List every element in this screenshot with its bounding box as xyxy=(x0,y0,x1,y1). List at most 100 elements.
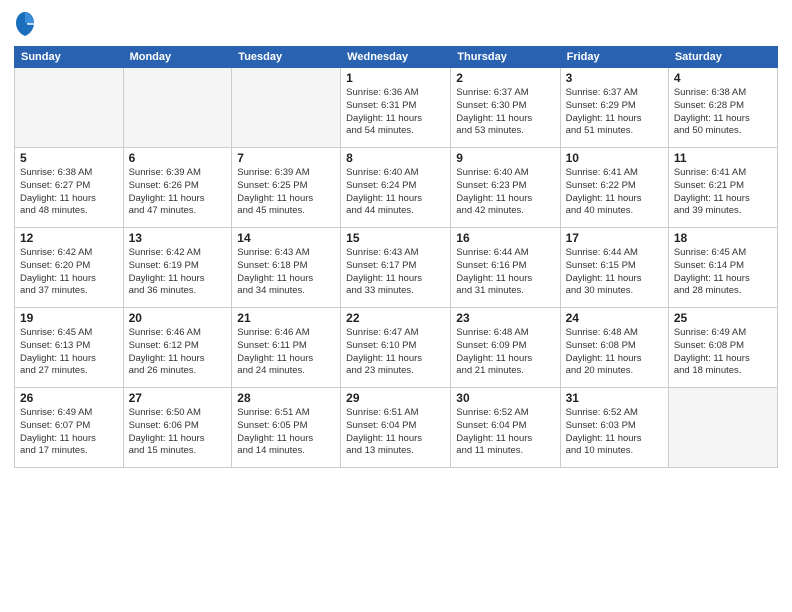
day-number: 26 xyxy=(20,391,118,405)
day-number: 20 xyxy=(129,311,227,325)
calendar-cell: 22 Sunrise: 6:47 AM Sunset: 6:10 PM Dayli… xyxy=(341,308,451,388)
day-info: Sunrise: 6:51 AM Sunset: 6:05 PM Dayligh… xyxy=(237,407,335,458)
page: SundayMondayTuesdayWednesdayThursdayFrid… xyxy=(0,0,792,612)
calendar-cell: 11 Sunrise: 6:41 AM Sunset: 6:21 PM Dayli… xyxy=(668,148,777,228)
calendar-cell: 24 Sunrise: 6:48 AM Sunset: 6:08 PM Dayli… xyxy=(560,308,668,388)
day-info: Sunrise: 6:38 AM Sunset: 6:28 PM Dayligh… xyxy=(674,87,772,138)
day-number: 22 xyxy=(346,311,445,325)
day-info: Sunrise: 6:38 AM Sunset: 6:27 PM Dayligh… xyxy=(20,167,118,218)
calendar-cell: 29Sunrise: 6:51 AM Sunset: 6:04 PM Dayli… xyxy=(341,388,451,468)
day-info: Sunrise: 6:50 AM Sunset: 6:06 PM Dayligh… xyxy=(129,407,227,458)
day-info: Sunrise: 6:44 AM Sunset: 6:15 PM Dayligh… xyxy=(566,247,663,298)
day-number: 5 xyxy=(20,151,118,165)
day-info: Sunrise: 6:40 AM Sunset: 6:23 PM Dayligh… xyxy=(456,167,554,218)
day-info: Sunrise: 6:43 AM Sunset: 6:18 PM Dayligh… xyxy=(237,247,335,298)
day-info: Sunrise: 6:47 AM Sunset: 6:10 PM Dayligh… xyxy=(346,327,445,378)
calendar-cell: 3Sunrise: 6:37 AM Sunset: 6:29 PM Daylig… xyxy=(560,68,668,148)
calendar-cell: 4 Sunrise: 6:38 AM Sunset: 6:28 PM Daylig… xyxy=(668,68,777,148)
day-info: Sunrise: 6:36 AM Sunset: 6:31 PM Dayligh… xyxy=(346,87,445,138)
day-number: 16 xyxy=(456,231,554,245)
week-row-1: 1 Sunrise: 6:36 AM Sunset: 6:31 PM Daylig… xyxy=(15,68,778,148)
calendar-cell xyxy=(668,388,777,468)
day-number: 21 xyxy=(237,311,335,325)
calendar-cell: 16 Sunrise: 6:44 AM Sunset: 6:16 PM Dayli… xyxy=(451,228,560,308)
week-row-3: 12 Sunrise: 6:42 AM Sunset: 6:20 PM Dayli… xyxy=(15,228,778,308)
day-number: 28 xyxy=(237,391,335,405)
day-number: 8 xyxy=(346,151,445,165)
calendar-cell: 10Sunrise: 6:41 AM Sunset: 6:22 PM Dayli… xyxy=(560,148,668,228)
weekday-header-saturday: Saturday xyxy=(668,47,777,68)
weekday-header-sunday: Sunday xyxy=(15,47,124,68)
day-info: Sunrise: 6:40 AM Sunset: 6:24 PM Dayligh… xyxy=(346,167,445,218)
day-number: 4 xyxy=(674,71,772,85)
day-info: Sunrise: 6:42 AM Sunset: 6:20 PM Dayligh… xyxy=(20,247,118,298)
calendar-cell: 18Sunrise: 6:45 AM Sunset: 6:14 PM Dayli… xyxy=(668,228,777,308)
day-number: 3 xyxy=(566,71,663,85)
logo-icon xyxy=(14,10,36,38)
day-info: Sunrise: 6:49 AM Sunset: 6:07 PM Dayligh… xyxy=(20,407,118,458)
weekday-header-monday: Monday xyxy=(123,47,232,68)
calendar-cell: 31Sunrise: 6:52 AM Sunset: 6:03 PM Dayli… xyxy=(560,388,668,468)
day-number: 11 xyxy=(674,151,772,165)
weekday-header-thursday: Thursday xyxy=(451,47,560,68)
day-number: 17 xyxy=(566,231,663,245)
day-info: Sunrise: 6:46 AM Sunset: 6:12 PM Dayligh… xyxy=(129,327,227,378)
day-number: 24 xyxy=(566,311,663,325)
weekday-header-tuesday: Tuesday xyxy=(232,47,341,68)
week-row-2: 5 Sunrise: 6:38 AM Sunset: 6:27 PM Daylig… xyxy=(15,148,778,228)
calendar-cell: 23Sunrise: 6:48 AM Sunset: 6:09 PM Dayli… xyxy=(451,308,560,388)
weekday-header-row: SundayMondayTuesdayWednesdayThursdayFrid… xyxy=(15,47,778,68)
day-number: 15 xyxy=(346,231,445,245)
day-number: 31 xyxy=(566,391,663,405)
calendar-cell: 2 Sunrise: 6:37 AM Sunset: 6:30 PM Daylig… xyxy=(451,68,560,148)
day-number: 1 xyxy=(346,71,445,85)
day-info: Sunrise: 6:41 AM Sunset: 6:22 PM Dayligh… xyxy=(566,167,663,218)
calendar-cell xyxy=(123,68,232,148)
week-row-4: 19Sunrise: 6:45 AM Sunset: 6:13 PM Dayli… xyxy=(15,308,778,388)
calendar-cell: 27 Sunrise: 6:50 AM Sunset: 6:06 PM Dayli… xyxy=(123,388,232,468)
calendar-cell: 17 Sunrise: 6:44 AM Sunset: 6:15 PM Dayli… xyxy=(560,228,668,308)
calendar-cell: 14Sunrise: 6:43 AM Sunset: 6:18 PM Dayli… xyxy=(232,228,341,308)
day-number: 25 xyxy=(674,311,772,325)
calendar-cell: 15 Sunrise: 6:43 AM Sunset: 6:17 PM Dayli… xyxy=(341,228,451,308)
calendar-cell: 19Sunrise: 6:45 AM Sunset: 6:13 PM Dayli… xyxy=(15,308,124,388)
weekday-header-wednesday: Wednesday xyxy=(341,47,451,68)
calendar-cell: 12 Sunrise: 6:42 AM Sunset: 6:20 PM Dayli… xyxy=(15,228,124,308)
calendar-cell xyxy=(15,68,124,148)
day-info: Sunrise: 6:48 AM Sunset: 6:08 PM Dayligh… xyxy=(566,327,663,378)
day-info: Sunrise: 6:37 AM Sunset: 6:30 PM Dayligh… xyxy=(456,87,554,138)
day-number: 13 xyxy=(129,231,227,245)
day-info: Sunrise: 6:43 AM Sunset: 6:17 PM Dayligh… xyxy=(346,247,445,298)
day-info: Sunrise: 6:41 AM Sunset: 6:21 PM Dayligh… xyxy=(674,167,772,218)
day-number: 23 xyxy=(456,311,554,325)
calendar-cell: 1 Sunrise: 6:36 AM Sunset: 6:31 PM Daylig… xyxy=(341,68,451,148)
calendar-cell: 30Sunrise: 6:52 AM Sunset: 6:04 PM Dayli… xyxy=(451,388,560,468)
calendar-cell: 20 Sunrise: 6:46 AM Sunset: 6:12 PM Dayli… xyxy=(123,308,232,388)
calendar-cell: 8 Sunrise: 6:40 AM Sunset: 6:24 PM Daylig… xyxy=(341,148,451,228)
day-info: Sunrise: 6:39 AM Sunset: 6:26 PM Dayligh… xyxy=(129,167,227,218)
calendar-cell: 6 Sunrise: 6:39 AM Sunset: 6:26 PM Daylig… xyxy=(123,148,232,228)
calendar-cell: 7Sunrise: 6:39 AM Sunset: 6:25 PM Daylig… xyxy=(232,148,341,228)
calendar-cell: 21Sunrise: 6:46 AM Sunset: 6:11 PM Dayli… xyxy=(232,308,341,388)
day-number: 2 xyxy=(456,71,554,85)
header xyxy=(14,10,778,38)
day-info: Sunrise: 6:39 AM Sunset: 6:25 PM Dayligh… xyxy=(237,167,335,218)
calendar-cell: 13 Sunrise: 6:42 AM Sunset: 6:19 PM Dayli… xyxy=(123,228,232,308)
calendar-cell: 5 Sunrise: 6:38 AM Sunset: 6:27 PM Daylig… xyxy=(15,148,124,228)
day-info: Sunrise: 6:49 AM Sunset: 6:08 PM Dayligh… xyxy=(674,327,772,378)
calendar-cell: 25 Sunrise: 6:49 AM Sunset: 6:08 PM Dayli… xyxy=(668,308,777,388)
day-number: 30 xyxy=(456,391,554,405)
day-info: Sunrise: 6:45 AM Sunset: 6:14 PM Dayligh… xyxy=(674,247,772,298)
day-number: 12 xyxy=(20,231,118,245)
day-number: 9 xyxy=(456,151,554,165)
day-number: 29 xyxy=(346,391,445,405)
day-number: 6 xyxy=(129,151,227,165)
day-info: Sunrise: 6:42 AM Sunset: 6:19 PM Dayligh… xyxy=(129,247,227,298)
day-info: Sunrise: 6:45 AM Sunset: 6:13 PM Dayligh… xyxy=(20,327,118,378)
logo xyxy=(14,10,38,38)
calendar-cell: 9 Sunrise: 6:40 AM Sunset: 6:23 PM Daylig… xyxy=(451,148,560,228)
calendar: SundayMondayTuesdayWednesdayThursdayFrid… xyxy=(14,46,778,468)
day-info: Sunrise: 6:44 AM Sunset: 6:16 PM Dayligh… xyxy=(456,247,554,298)
calendar-cell: 28 Sunrise: 6:51 AM Sunset: 6:05 PM Dayli… xyxy=(232,388,341,468)
day-number: 27 xyxy=(129,391,227,405)
